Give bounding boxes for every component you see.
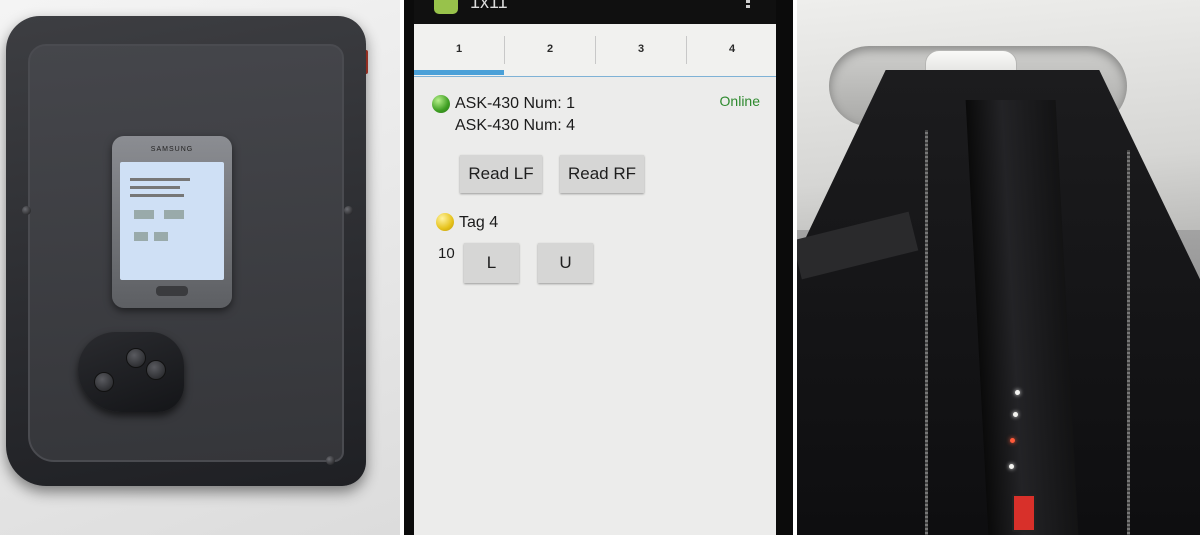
status-led xyxy=(1015,390,1020,395)
device-line-2: ASK-430 Num: 4 xyxy=(455,117,576,134)
status-led xyxy=(1009,464,1014,469)
screw xyxy=(344,206,353,215)
connection-status: Online xyxy=(719,93,760,109)
screen-line xyxy=(130,186,180,189)
screen-button xyxy=(164,210,184,219)
screw xyxy=(326,456,335,465)
smartphone: SAMSUNG xyxy=(112,136,232,308)
tab-3[interactable]: 3 xyxy=(596,24,686,74)
tab-bar: 1 2 3 4 xyxy=(414,24,776,77)
app-screenshot: 1x11 1 2 3 4 ASK-430 Num: 1 ASK-430 Num:… xyxy=(404,0,797,535)
fob-unlock-button xyxy=(146,360,166,380)
action-bar: 1x11 xyxy=(414,0,776,24)
screen-button xyxy=(134,232,148,241)
fob-lock-button xyxy=(126,348,146,368)
l-button[interactable]: L xyxy=(464,243,519,283)
tag-status-icon xyxy=(436,213,454,231)
status-led-red xyxy=(1010,438,1015,443)
status-led xyxy=(1013,412,1018,417)
tab-1[interactable]: 1 xyxy=(414,24,504,74)
bag-zipper xyxy=(1127,150,1130,535)
device-line-1: ASK-430 Num: 1 xyxy=(455,95,576,112)
tab-content: ASK-430 Num: 1 ASK-430 Num: 4 Online Rea… xyxy=(414,77,776,535)
online-status-icon xyxy=(432,95,450,113)
phone-screen xyxy=(120,162,224,280)
power-switch xyxy=(1012,494,1036,532)
screen-line xyxy=(130,178,190,181)
u-button[interactable]: U xyxy=(538,243,593,283)
screen-button xyxy=(154,232,168,241)
case-photo: SAMSUNG xyxy=(0,0,400,535)
overflow-menu-icon[interactable] xyxy=(746,0,750,10)
tag-label: Tag 4 xyxy=(459,214,499,231)
tag-value: 10 xyxy=(438,245,455,262)
car-key-fob xyxy=(78,332,184,412)
android-app-icon xyxy=(434,0,458,14)
selected-tab-indicator xyxy=(414,70,504,75)
phone-brand: SAMSUNG xyxy=(150,146,194,153)
read-lf-button[interactable]: Read LF xyxy=(460,155,542,193)
screw xyxy=(22,206,31,215)
phone-home-button xyxy=(156,286,188,296)
tab-4[interactable]: 4 xyxy=(687,24,777,74)
fob-trunk-button xyxy=(94,372,114,392)
app-title: 1x11 xyxy=(470,0,508,12)
tab-2[interactable]: 2 xyxy=(505,24,595,74)
screen-line xyxy=(130,194,184,197)
app-window: 1x11 1 2 3 4 ASK-430 Num: 1 ASK-430 Num:… xyxy=(414,0,776,535)
bag-zipper xyxy=(925,130,928,535)
screen-button xyxy=(134,210,154,219)
bag-photo xyxy=(797,0,1200,535)
read-rf-button[interactable]: Read RF xyxy=(560,155,644,193)
